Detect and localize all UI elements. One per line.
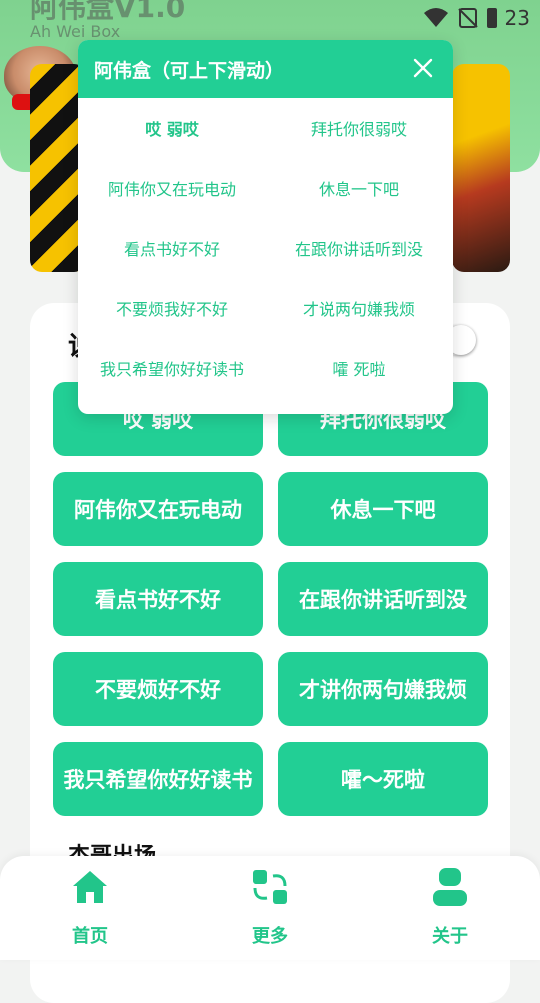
nav-more[interactable]: 更多 [215,866,325,956]
popup-menu-item[interactable]: 休息一下吧 [265,168,453,208]
popup-menu-item[interactable]: 不要烦我好不好 [78,288,266,328]
nav-more-label: 更多 [252,926,288,947]
no-sim-icon [457,8,478,28]
close-icon[interactable] [413,58,433,78]
popup-menu-item[interactable]: 我只希望你好好读书 [78,348,266,388]
nav-home-label: 首页 [72,926,108,947]
home-icon [73,871,107,903]
bottom-nav: 首页 更多 关于 [0,856,540,960]
popup-menu-item[interactable]: 阿伟你又在玩电动 [78,168,266,208]
status-time: 23 [504,6,530,30]
battery-icon [486,8,497,28]
voice-button[interactable]: 嚯～死啦 [278,742,488,816]
popup-menu-item[interactable]: 哎 弱哎 [78,108,266,148]
voice-button[interactable]: 休息一下吧 [278,472,488,546]
quick-menu-popup: 阿伟盒（可上下滑动） 哎 弱哎 拜托你很弱哎 阿伟你又在玩电动 休息一下吧 看点… [78,40,453,414]
nav-about-label: 关于 [432,926,468,947]
nav-home[interactable]: 首页 [35,866,145,956]
banner-image-right[interactable] [452,64,510,272]
popup-title: 阿伟盒（可上下滑动） [94,60,285,82]
popup-menu-item[interactable]: 嚯 死啦 [265,348,453,388]
nav-about[interactable]: 关于 [395,866,505,956]
popup-menu-item[interactable]: 才说两句嫌我烦 [265,288,453,328]
voice-button[interactable]: 不要烦好不好 [53,652,263,726]
voice-button[interactable]: 我只希望你好好读书 [53,742,263,816]
popup-menu-item[interactable]: 在跟你讲话听到没 [265,228,453,268]
swap-icon [253,870,287,904]
voice-button[interactable]: 看点书好不好 [53,562,263,636]
voice-button[interactable]: 在跟你讲话听到没 [278,562,488,636]
voice-button[interactable]: 阿伟你又在玩电动 [53,472,263,546]
wifi-icon [423,8,448,27]
voice-button[interactable]: 才讲你两句嫌我烦 [278,652,488,726]
user-icon [433,868,467,906]
popup-menu-item[interactable]: 看点书好不好 [78,228,266,268]
app-subtitle: Ah Wei Box [30,22,121,41]
popup-menu-item[interactable]: 拜托你很弱哎 [265,108,453,148]
popup-header: 阿伟盒（可上下滑动） [78,40,453,98]
